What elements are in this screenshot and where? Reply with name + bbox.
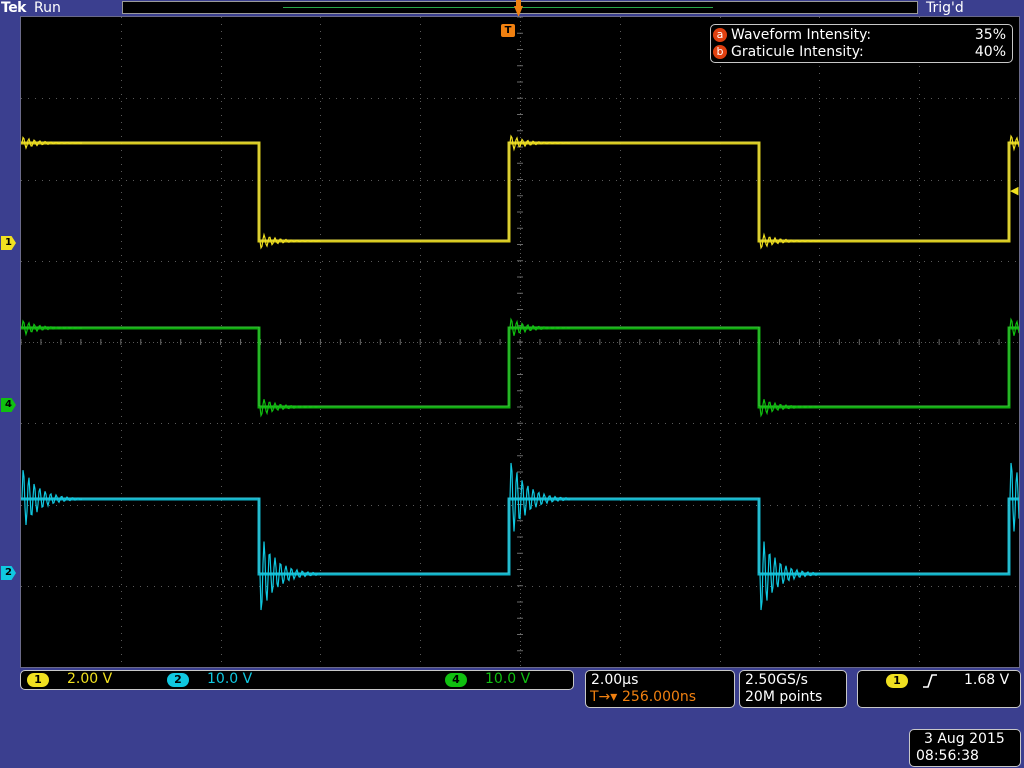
channel-4-marker[interactable]: 4 — [1, 398, 16, 412]
waveform-intensity-label: Waveform Intensity: — [731, 27, 872, 43]
channel-1-scale[interactable]: 2.00 V — [67, 671, 112, 687]
channel-2-trace-ringing — [759, 541, 821, 611]
horizontal-scale[interactable]: 2.00µs — [591, 672, 638, 688]
date-text: 3 Aug 2015 — [924, 731, 1005, 747]
trigger-marker: T — [501, 24, 515, 37]
graticule-intensity-value: 40% — [974, 44, 1006, 60]
record-length: 20M points — [745, 689, 823, 705]
trigger-source-badge: 1 — [886, 674, 908, 688]
waveform-intensity-row: a Waveform Intensity: 35% — [713, 27, 1010, 44]
sample-rate: 2.50GS/s — [745, 672, 808, 688]
channel-4-trace-trace-core — [21, 326, 1019, 407]
knob-b-icon: b — [713, 45, 727, 59]
channel-1-marker[interactable]: 1 — [1, 236, 16, 250]
acquisition-readout[interactable]: 2.50GS/s 20M points — [739, 670, 847, 708]
trigger-level[interactable]: 1.68 V — [964, 672, 1009, 688]
graticule-intensity-label: Graticule Intensity: — [731, 44, 864, 60]
waveform-display[interactable] — [20, 16, 1020, 668]
datetime-readout: 3 Aug 2015 08:56:38 — [909, 729, 1021, 767]
channel-scale-bar[interactable]: 1 2.00 V 2 10.0 V 4 10.0 V — [20, 670, 574, 690]
channel-4-scale[interactable]: 10.0 V — [485, 671, 530, 687]
rising-edge-icon — [923, 674, 937, 688]
timebase-readout[interactable]: 2.00µs T→▾ 256.000ns — [585, 670, 735, 708]
channel-4-badge: 4 — [445, 673, 467, 687]
trigger-level-arrow-icon: ◀ — [1010, 184, 1019, 197]
horizontal-position-marker-icon: T→▾ — [590, 689, 618, 705]
knob-a-icon: a — [713, 28, 727, 42]
channel-2-badge: 2 — [167, 673, 189, 687]
channel-2-trace-ringing — [259, 541, 321, 611]
acquisition-status: Run — [34, 0, 61, 16]
record-view-window — [283, 7, 713, 8]
graticule-intensity-row: b Graticule Intensity: 40% — [713, 44, 1010, 61]
intensity-readout: a Waveform Intensity: 35% b Graticule Inte… — [710, 24, 1013, 63]
horizontal-position[interactable]: 256.000ns — [622, 689, 696, 705]
channel-1-badge: 1 — [27, 673, 49, 687]
waveform-intensity-value: 35% — [974, 27, 1006, 43]
graticule — [21, 17, 1019, 667]
time-text: 08:56:38 — [916, 748, 979, 764]
channel-2-trace-ringing — [1009, 462, 1019, 532]
status-bar: Tek Run Trig'd — [0, 0, 1024, 17]
channel-2-scale[interactable]: 10.0 V — [207, 671, 252, 687]
brand-logo: Tek — [1, 0, 27, 16]
channel-2-marker[interactable]: 2 — [1, 566, 16, 580]
trigger-status: Trig'd — [926, 0, 964, 16]
trigger-readout[interactable]: 1 1.68 V — [857, 670, 1021, 708]
